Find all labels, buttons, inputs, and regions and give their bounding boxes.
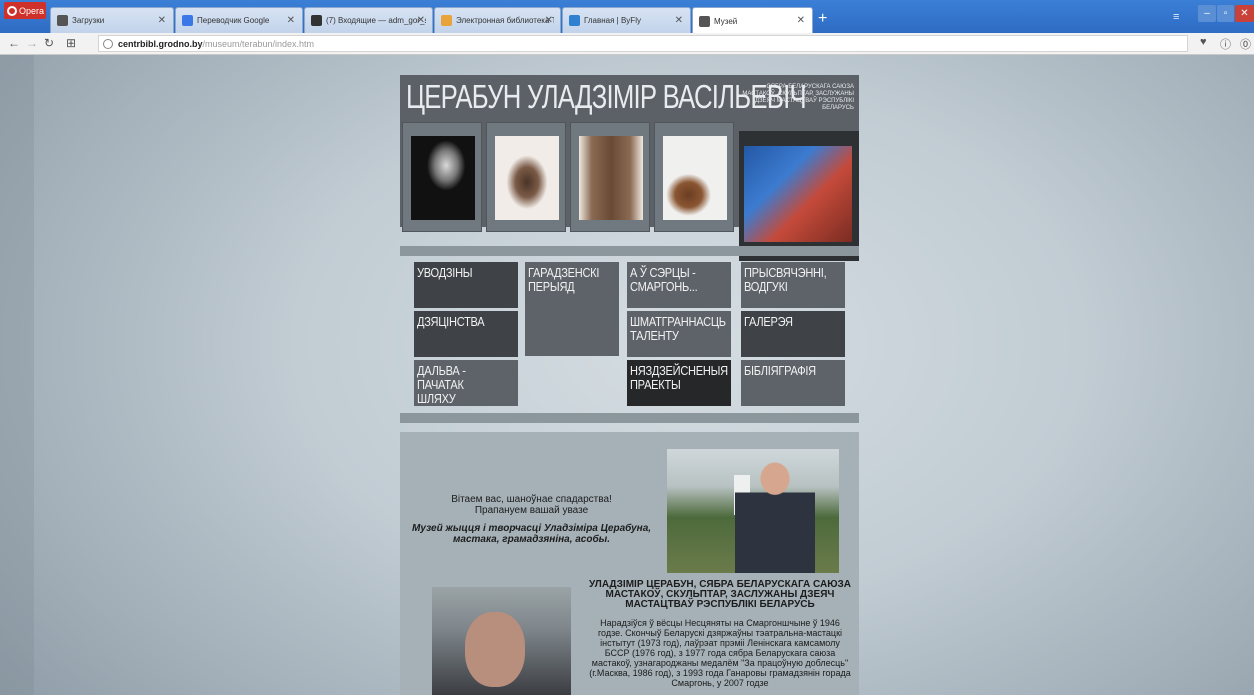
download-status-icon[interactable]: ⓘ [1220, 36, 1231, 52]
browser-tab[interactable]: (7) Входящие — adm_gor_smo...✕ [304, 7, 433, 33]
url-path: /museum/terabun/index.htm [202, 38, 315, 49]
divider-band [400, 413, 859, 423]
tab-label: (7) Входящие — adm_gor_smo... [326, 16, 426, 25]
header-photo-frame [654, 122, 734, 232]
maximize-icon[interactable]: ▫ [1217, 5, 1234, 22]
sculpture-photo-3[interactable] [663, 136, 727, 220]
back-arrow-icon[interactable]: ← [8, 36, 20, 50]
bio-text: Нарадзіўся ў вёсцы Несцяняты на Смаргонш… [589, 618, 851, 688]
browser-tab[interactable]: Музей ✕ [692, 7, 813, 34]
menu-item-label: Бібліяграфія [744, 363, 816, 378]
browser-tab[interactable]: Переводчик Google ✕ [175, 7, 303, 33]
menu-item-label: Гарадзенскі перыяд [528, 265, 600, 294]
menu-item[interactable]: А ў сэрцы - Смаргонь... [627, 262, 731, 308]
header-photo-frame [402, 122, 482, 232]
tab-close-icon[interactable]: ✕ [287, 15, 295, 26]
portrait-frame [739, 131, 859, 261]
menu-item-label: Дальва - пачатак шляху [417, 363, 466, 406]
reload-icon[interactable]: ↻ [44, 36, 54, 50]
artist-figure [735, 458, 815, 573]
menu-item-label: Няздзейсненыя праекты [630, 363, 728, 392]
left-shadow [0, 55, 34, 695]
artist-color-portrait[interactable] [744, 146, 852, 242]
greeting-line-2: Прапануем вашай увазе [474, 505, 589, 516]
menu-item[interactable]: Гарадзенскі перыяд [525, 262, 619, 356]
download-icon [57, 15, 68, 26]
document-icon [699, 15, 710, 27]
greeting: Вітаем вас, шаноўнае спадарства! Прапану… [400, 494, 663, 516]
tab-label: Электронная библиотека Т... [456, 16, 554, 25]
artist-portrait-photo [432, 587, 571, 695]
browser-tab[interactable]: Главная | ByFly ✕ [562, 7, 691, 33]
url-host: centrbibl.grodno.by [118, 38, 203, 49]
opera-menu-button[interactable]: Opera [4, 2, 46, 19]
header-photo-frame [486, 122, 566, 232]
greeting-line-1: Вітаем вас, шаноўнае спадарства! [451, 494, 612, 505]
tab-close-icon[interactable]: ✕ [675, 15, 683, 26]
menu-item[interactable]: Бібліяграфія [741, 360, 845, 406]
artist-at-monument-photo [667, 449, 839, 573]
tab-label: Музей [714, 16, 738, 26]
welcome-section: Вітаем вас, шаноўнае спадарства! Прапану… [400, 432, 859, 695]
url-field[interactable]: centrbibl.grodno.by /museum/terabun/inde… [98, 35, 1188, 52]
page-subtitle: СЯБРА БЕЛАРУСКАГА САЮЗА МАСТАКОЎ, СКУЛЬП… [742, 84, 854, 111]
menu-item[interactable]: Шматграннасць таленту [627, 311, 731, 357]
opera-label: Opera [19, 5, 45, 16]
address-bar: ← → ↻ ⊞ centrbibl.grodno.by /museum/tera… [0, 33, 1254, 55]
browser-tab[interactable]: Загрузки ✕ [50, 7, 174, 33]
tab-close-icon[interactable]: ✕ [545, 15, 553, 26]
menu-item[interactable]: Прысвячэнні, водгукі [741, 262, 845, 308]
header-photo-frame [570, 122, 650, 232]
close-window-icon[interactable]: ✕ [1235, 5, 1254, 22]
menu-item[interactable]: Галерэя [741, 311, 845, 357]
menu-item[interactable]: Дальва - пачатак шляху [414, 360, 518, 406]
sculpture-photo-1[interactable] [495, 136, 559, 220]
menu-item[interactable]: Няздзейсненыя праекты [627, 360, 731, 406]
sculpture-photo-2[interactable] [579, 136, 643, 220]
byfly-icon [569, 15, 580, 26]
tab-label: Переводчик Google [197, 16, 270, 25]
divider-band [400, 246, 859, 256]
menu-item-label: Уводзіны [417, 265, 473, 280]
tab-label: Главная | ByFly [584, 16, 641, 25]
menu-item-label: Шматграннасць таленту [630, 314, 726, 343]
tab-menu-icon[interactable]: ≡ [1173, 11, 1179, 23]
menu-item[interactable]: Уводзіны [414, 262, 518, 308]
site-info-icon[interactable] [103, 38, 113, 49]
forward-arrow-icon[interactable]: → [26, 36, 38, 50]
artist-bw-photo[interactable] [411, 136, 475, 220]
menu-item-label: Галерэя [744, 314, 793, 329]
tab-close-icon[interactable]: ✕ [797, 15, 805, 26]
menu-icon[interactable]: ⓪ [1240, 36, 1251, 52]
tab-close-icon[interactable]: ✕ [158, 15, 166, 26]
artist-face [465, 612, 525, 687]
new-tab-plus-icon[interactable]: + [818, 11, 827, 27]
menu-item-label: А ў сэрцы - Смаргонь... [630, 265, 698, 294]
page-viewport: ЦЕРАБУН УЛАДЗІМІР ВАСІЛЬЕВІЧ СЯБРА БЕЛАР… [0, 55, 1254, 695]
tab-bar: Opera Загрузки ✕ Переводчик Google ✕ (7) Вхо… [0, 0, 1254, 34]
heart-icon[interactable]: ♥ [1200, 36, 1207, 48]
browser-tab[interactable]: Электронная библиотека Т... ✕ [434, 7, 561, 33]
speed-dial-icon[interactable]: ⊞ [66, 36, 76, 50]
tab-close-icon[interactable]: ✕ [417, 15, 425, 26]
mail-icon [311, 15, 322, 26]
translate-icon [182, 15, 193, 26]
opera-logo-icon [7, 5, 17, 16]
menu-item-label: Дзяцінства [417, 314, 485, 329]
library-icon [441, 15, 452, 26]
menu-item-label: Прысвячэнні, водгукі [744, 265, 827, 294]
bio-heading: Уладзімір Церабун, сябра Беларускага саю… [588, 579, 852, 610]
tab-label: Загрузки [72, 16, 105, 25]
museum-tagline: Музей жыцця і творчасці Уладзіміра Цераб… [411, 523, 652, 545]
menu-item[interactable]: Дзяцінства [414, 311, 518, 357]
minimize-icon[interactable]: – [1198, 5, 1216, 22]
